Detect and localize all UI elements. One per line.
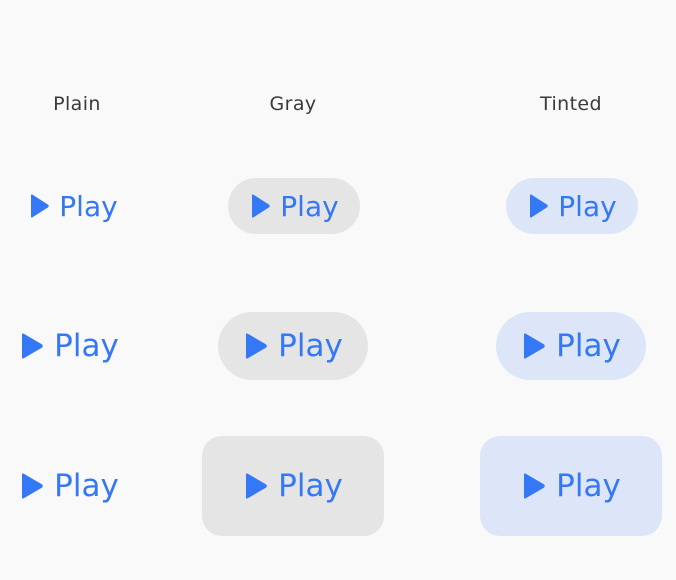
play-icon: [19, 472, 44, 500]
column-header-tinted: Tinted: [540, 93, 602, 115]
play-button-label: Play: [54, 328, 119, 364]
play-icon: [243, 472, 268, 500]
play-button-label: Play: [558, 189, 617, 223]
play-button-gray-large[interactable]: Play: [202, 436, 384, 536]
play-button-gray-medium[interactable]: Play: [218, 312, 368, 380]
play-button-tinted-small[interactable]: Play: [506, 178, 638, 234]
play-button-gray-small[interactable]: Play: [228, 178, 360, 234]
play-button-tinted-medium[interactable]: Play: [496, 312, 646, 380]
play-button-tinted-large[interactable]: Play: [480, 436, 662, 536]
play-button-label: Play: [280, 189, 339, 223]
play-icon: [521, 332, 546, 360]
play-icon: [521, 472, 546, 500]
play-icon: [19, 332, 44, 360]
play-icon: [249, 193, 271, 219]
column-header-gray: Gray: [269, 93, 317, 115]
play-button-plain-small[interactable]: Play: [18, 178, 128, 234]
play-button-label: Play: [54, 468, 119, 504]
play-button-plain-large[interactable]: Play: [14, 436, 124, 536]
play-button-plain-medium[interactable]: Play: [14, 312, 124, 380]
column-header-plain: Plain: [53, 93, 101, 115]
play-button-label: Play: [556, 328, 621, 364]
play-icon: [243, 332, 268, 360]
play-button-label: Play: [278, 468, 343, 504]
play-icon: [28, 193, 50, 219]
play-button-label: Play: [59, 189, 118, 223]
play-icon: [527, 193, 549, 219]
play-button-label: Play: [278, 328, 343, 364]
play-button-label: Play: [556, 468, 621, 504]
